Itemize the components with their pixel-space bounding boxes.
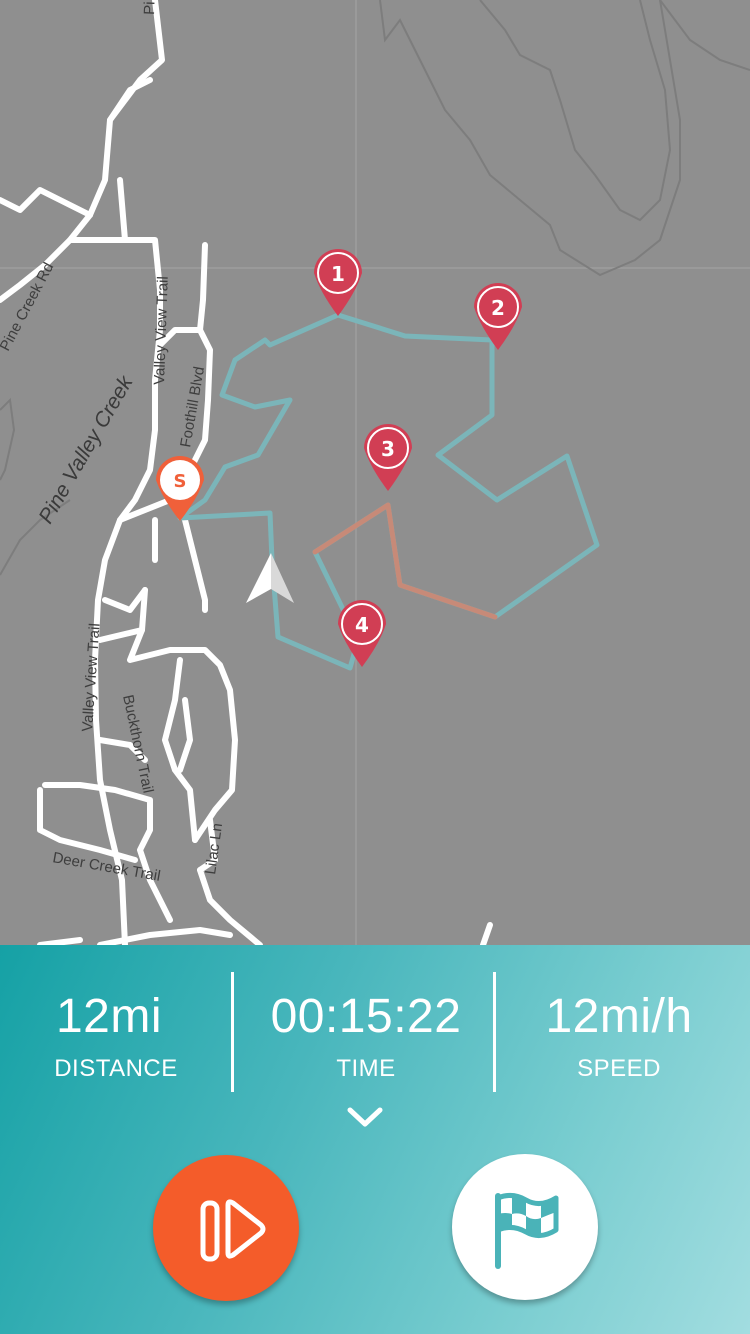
- speed-label: SPEED: [577, 1055, 661, 1082]
- distance-stat: 12mi DISTANCE: [0, 987, 232, 1083]
- waypoint-number: 3: [381, 437, 395, 461]
- flag-icon: [495, 1192, 559, 1269]
- speed-stat: 12mi/h SPEED: [503, 987, 735, 1083]
- time-stat: 00:15:22 TIME: [250, 987, 482, 1083]
- distance-label: DISTANCE: [54, 1055, 178, 1082]
- stat-divider: [493, 972, 496, 1092]
- road-label-top-partial: Pi: [141, 1, 158, 15]
- waypoint-number: 1: [331, 262, 345, 286]
- distance-value: 12mi: [55, 990, 163, 1043]
- time-value: 00:15:22: [270, 990, 462, 1043]
- speed-value: 12mi/h: [545, 990, 693, 1043]
- map-canvas[interactable]: Pine Creek Rd Valley View Trail Foothill…: [0, 0, 750, 945]
- chevron-down-icon[interactable]: [345, 1102, 385, 1132]
- stat-divider: [231, 972, 234, 1092]
- time-label: TIME: [336, 1055, 396, 1082]
- waypoint-number: 2: [491, 296, 505, 320]
- waypoint-number: 4: [355, 613, 369, 637]
- pause-button[interactable]: [153, 1155, 299, 1301]
- tracking-panel: 12mi DISTANCE 00:15:22 TIME 12mi/h SPEED: [0, 945, 750, 1334]
- map-view[interactable]: Pine Creek Rd Valley View Trail Foothill…: [0, 0, 750, 945]
- flag-button[interactable]: [452, 1154, 598, 1300]
- pause-play-icon: [200, 1199, 266, 1262]
- start-marker-label: S: [174, 471, 187, 492]
